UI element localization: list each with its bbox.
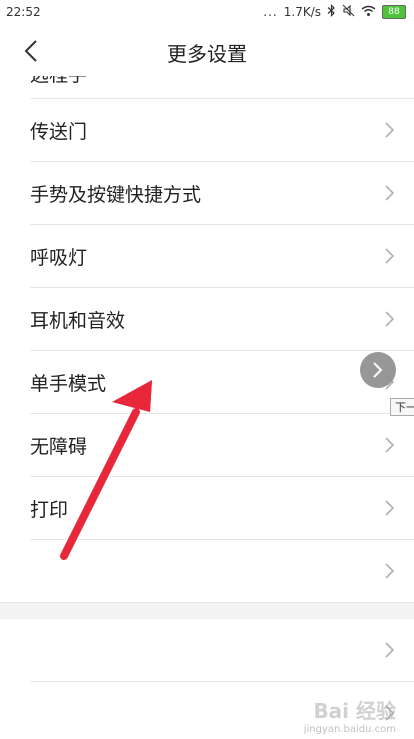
chevron-right-icon (385, 248, 395, 264)
list-item[interactable]: 打印 (30, 477, 414, 540)
list-item[interactable]: 传送门 (30, 99, 414, 162)
chevron-right-icon (385, 122, 395, 138)
list-item[interactable]: 呼吸灯 (30, 225, 414, 288)
wifi-icon (361, 5, 376, 20)
status-time: 22:52 (6, 5, 41, 19)
page-title: 更多设置 (167, 42, 247, 66)
list-item-cut-off[interactable]: 远程手 (30, 76, 414, 99)
list-item-label: 打印 (30, 499, 69, 521)
section-divider (0, 602, 414, 619)
floating-next-button[interactable] (360, 352, 396, 388)
list-item-label: 无障碍 (30, 436, 88, 458)
list-item[interactable]: 手势及按键快捷方式 (30, 162, 414, 225)
list-item-label: 传送门 (30, 121, 88, 143)
network-speed: 1.7K/s (283, 5, 321, 19)
list-item[interactable]: 耳机和音效 (30, 288, 414, 351)
list-item-cut-off-label: 远程手 (30, 76, 87, 87)
watermark-url: jingyan.baidu.com (303, 724, 396, 735)
list-item-label: 呼吸灯 (30, 247, 88, 269)
chevron-right-icon (385, 311, 395, 327)
list-item[interactable] (30, 540, 414, 602)
list-item-label: 耳机和音效 (30, 310, 126, 332)
chevron-right-icon (385, 185, 395, 201)
more-dots: ... (263, 5, 278, 19)
settings-list: 远程手 传送门 手势及按键快捷方式 呼吸灯 耳机和音效 单手模式 无障碍 打印 (0, 76, 414, 739)
list-item-label: 单手模式 (30, 373, 107, 395)
watermark-logo: Bai 经验 (313, 699, 396, 723)
mute-icon (342, 4, 355, 20)
screen: 22:52 ... 1.7K/s 88 更多设置 远程手 传送门 (0, 0, 414, 739)
list-item[interactable] (30, 619, 414, 682)
chevron-right-icon (373, 362, 383, 378)
header: 更多设置 (0, 26, 414, 76)
battery-icon: 88 (382, 5, 406, 19)
status-bar: 22:52 ... 1.7K/s 88 (0, 0, 414, 26)
chevron-right-icon (385, 437, 395, 453)
chevron-right-icon (385, 500, 395, 516)
chevron-right-icon (385, 642, 395, 658)
list-item-label: 手势及按键快捷方式 (30, 184, 202, 206)
next-tab[interactable]: 下一 (390, 398, 414, 416)
watermark: Bai 经验 jingyan.baidu.com (304, 695, 396, 735)
bluetooth-icon (327, 4, 336, 20)
status-icons: ... 1.7K/s 88 (263, 4, 406, 20)
list-item-one-hand-mode[interactable]: 单手模式 (30, 351, 414, 414)
list-item[interactable]: 无障碍 (30, 414, 414, 477)
chevron-right-icon (385, 563, 395, 579)
